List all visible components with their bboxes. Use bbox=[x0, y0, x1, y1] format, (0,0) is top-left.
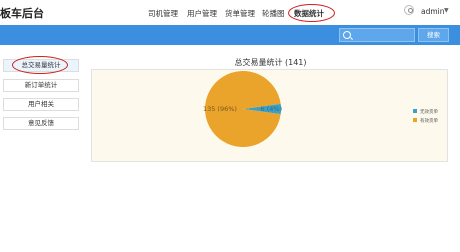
chart-title: 总交易量统计 (141) bbox=[234, 58, 307, 67]
legend-label-1[interactable]: 有效货单 bbox=[420, 117, 438, 124]
nav-item-orders[interactable]: 货单管理 bbox=[225, 8, 255, 19]
pie-chart: 6 (4%)135 (96%) 无效货单有效货单 bbox=[203, 71, 438, 147]
sidebar-highlight-ring bbox=[12, 56, 68, 74]
user-name[interactable]: admin bbox=[421, 7, 445, 16]
top-nav: 板车后台 司机管理 用户管理 货单管理 轮播图 数据统计 admin ▼ bbox=[0, 0, 460, 26]
sidebar-item-user-related[interactable]: 用户相关 bbox=[3, 98, 79, 111]
search-input[interactable] bbox=[339, 28, 415, 42]
sidebar-item-feedback[interactable]: 意见反馈 bbox=[3, 117, 79, 130]
legend-swatch-0 bbox=[413, 109, 417, 113]
highlight-ring bbox=[288, 4, 335, 22]
nav-item-drivers[interactable]: 司机管理 bbox=[148, 8, 178, 19]
chevron-down-icon[interactable]: ▼ bbox=[444, 7, 449, 14]
user-icon[interactable] bbox=[404, 5, 414, 15]
sidebar-item-new-orders[interactable]: 新订单统计 bbox=[3, 79, 79, 92]
nav-item-users[interactable]: 用户管理 bbox=[187, 8, 217, 19]
search-icon bbox=[343, 31, 351, 39]
legend-label-0[interactable]: 无效货单 bbox=[420, 108, 438, 115]
legend-swatch-1 bbox=[413, 118, 417, 122]
nav-item-carousel[interactable]: 轮播图 bbox=[262, 8, 285, 19]
app-title: 板车后台 bbox=[0, 7, 44, 20]
search-button[interactable]: 搜索 bbox=[418, 28, 449, 42]
chart-panel: 6 (4%) 135 (96%) 无效货单 有效货单 bbox=[91, 69, 448, 162]
pie-label-1: 135 (96%) bbox=[203, 105, 237, 113]
